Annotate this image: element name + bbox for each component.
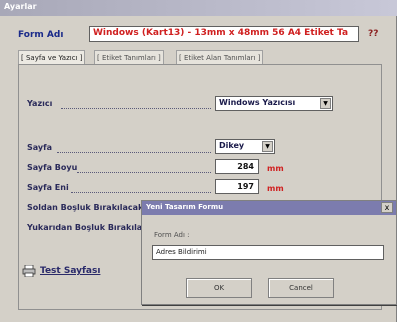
help-button[interactable]: ?? (368, 29, 378, 39)
chevron-down-icon[interactable]: ▼ (320, 98, 331, 109)
page-height-input[interactable]: 284 (215, 159, 259, 174)
printer-select[interactable]: Windows Yazıcısı ▼ (215, 96, 333, 111)
tab-label-definitions[interactable]: [ Etiket Tanımları ] (94, 50, 164, 65)
page-height-label: Sayfa Boyu (27, 163, 78, 172)
page-width-label: Sayfa Eni (27, 183, 69, 192)
chevron-down-icon[interactable]: ▼ (262, 141, 273, 152)
dialog-form-name-input[interactable]: Adres Bildirimi (152, 245, 384, 260)
page-label: Sayfa (27, 143, 53, 152)
close-icon[interactable]: x (381, 202, 393, 213)
page-width-unit: mm (267, 184, 284, 193)
dialog-form-name-label: Form Adı : (154, 231, 190, 239)
printer-icon[interactable] (22, 265, 36, 277)
dots-leader (71, 191, 211, 193)
test-page-link[interactable]: Test Sayfası (40, 266, 100, 276)
left-margin-label: Soldan Boşluk Bırakılacak (27, 203, 144, 212)
form-name-field[interactable]: Windows (Kart13) - 13mm x 48mm 56 A4 Eti… (89, 26, 359, 42)
tab-label-field-definitions[interactable]: [ Etiket Alan Tanımları ] (176, 50, 264, 65)
printer-select-value: Windows Yazıcısı (219, 98, 296, 107)
top-margin-label: Yukarıdan Boşluk Bırakılacak (27, 223, 158, 232)
dots-leader (61, 107, 211, 109)
dialog-title: Yeni Tasarım Formu (146, 203, 224, 211)
page-width-input[interactable]: 197 (215, 179, 259, 194)
new-design-form-dialog: Yeni Tasarım Formu x Form Adı : Adres Bi… (141, 200, 397, 305)
title-bar: Ayarlar (0, 0, 397, 16)
dots-leader (77, 171, 211, 173)
settings-window: Ayarlar Form Adı Windows (Kart13) - 13mm… (0, 0, 397, 322)
ok-button[interactable]: OK (186, 278, 252, 298)
page-height-unit: mm (267, 164, 284, 173)
page-orientation-value: Dikey (219, 141, 245, 150)
dialog-title-bar: Yeni Tasarım Formu x (142, 201, 396, 215)
window-title: Ayarlar (4, 2, 37, 11)
form-name-label: Form Adı (18, 30, 64, 40)
tab-page-and-printer[interactable]: [ Sayfa ve Yazıcı ] (18, 50, 86, 65)
dots-leader (57, 151, 211, 153)
page-orientation-select[interactable]: Dikey ▼ (215, 139, 275, 154)
printer-label: Yazıcı (27, 99, 53, 108)
form-name-value: Windows (Kart13) - 13mm x 48mm 56 A4 Eti… (93, 28, 349, 38)
cancel-button[interactable]: Cancel (268, 278, 334, 298)
